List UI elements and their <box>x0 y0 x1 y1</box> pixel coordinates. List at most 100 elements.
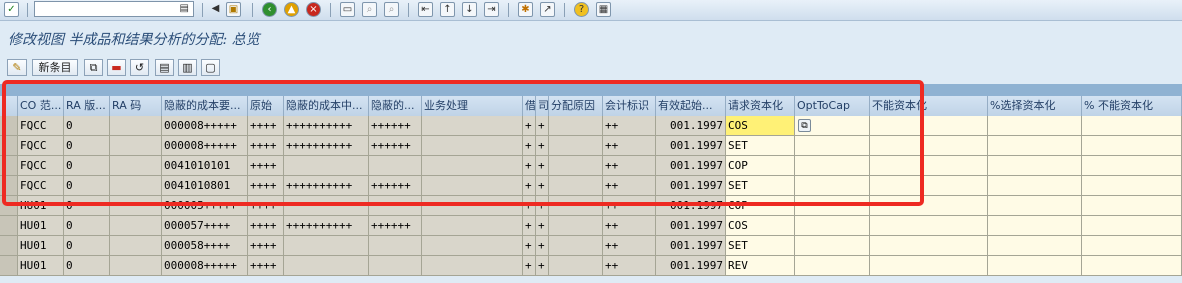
table-cell[interactable] <box>284 196 369 216</box>
column-header[interactable]: 分配原因 <box>549 96 603 116</box>
table-cell[interactable] <box>549 196 603 216</box>
table-cell[interactable]: 001.1997 <box>656 236 726 256</box>
table-cell[interactable]: 001.1997 <box>656 216 726 236</box>
table-cell[interactable] <box>369 236 422 256</box>
table-cell[interactable]: + <box>536 176 549 196</box>
column-header[interactable]: 隐蔽的... <box>369 96 422 116</box>
table-cell[interactable] <box>110 256 162 276</box>
table-cell[interactable]: FQCC <box>18 136 64 156</box>
table-cell[interactable]: ++++++ <box>369 136 422 156</box>
help-icon[interactable]: ? <box>574 2 589 17</box>
first-page-icon[interactable]: ⇤ <box>418 2 433 17</box>
check-icon[interactable]: ✓ <box>4 2 19 17</box>
table-cell[interactable]: + <box>536 236 549 256</box>
table-cell[interactable]: ++++++++++ <box>284 116 369 136</box>
table-cell[interactable]: ++ <box>603 136 656 156</box>
table-cell[interactable]: + <box>536 136 549 156</box>
table-cell[interactable] <box>870 216 988 236</box>
table-cell[interactable]: 000057++++ <box>162 216 248 236</box>
table-cell[interactable]: 000008+++++ <box>162 136 248 156</box>
table-cell[interactable]: + <box>523 196 536 216</box>
table-cell[interactable]: ++ <box>603 116 656 136</box>
table-cell[interactable]: 001.1997 <box>656 156 726 176</box>
last-page-icon[interactable]: ⇥ <box>484 2 499 17</box>
table-cell[interactable] <box>110 136 162 156</box>
table-cell[interactable] <box>110 236 162 256</box>
table-cell[interactable]: ++++++++++ <box>284 176 369 196</box>
table-cell[interactable]: 000008+++++ <box>162 256 248 276</box>
undo-change-icon[interactable]: ↺ <box>130 59 149 76</box>
table-cell[interactable]: ++ <box>603 236 656 256</box>
row-selector[interactable] <box>0 216 18 236</box>
table-cell[interactable]: COS <box>726 216 795 236</box>
table-cell[interactable]: + <box>523 176 536 196</box>
select-all-corner[interactable] <box>0 96 18 116</box>
table-cell[interactable] <box>1082 196 1182 216</box>
column-header[interactable]: RA 版... <box>64 96 110 116</box>
select-block-icon[interactable]: ▥ <box>178 59 197 76</box>
table-cell[interactable]: SET <box>726 236 795 256</box>
table-cell[interactable] <box>988 176 1082 196</box>
table-cell[interactable]: + <box>536 256 549 276</box>
table-cell[interactable] <box>795 196 870 216</box>
table-cell[interactable]: 000005+++++ <box>162 196 248 216</box>
table-cell[interactable]: ++++ <box>248 156 284 176</box>
table-cell[interactable] <box>1082 216 1182 236</box>
table-cell[interactable]: ++++ <box>248 196 284 216</box>
table-cell[interactable] <box>870 256 988 276</box>
table-cell[interactable]: ++ <box>603 256 656 276</box>
save-icon[interactable]: ▣ <box>226 2 241 17</box>
table-cell[interactable] <box>422 236 523 256</box>
table-cell[interactable] <box>422 116 523 136</box>
previous-page-icon[interactable]: ↑ <box>440 2 455 17</box>
table-cell[interactable]: COP <box>726 156 795 176</box>
table-cell[interactable] <box>549 156 603 176</box>
table-cell[interactable] <box>422 176 523 196</box>
table-cell[interactable]: HU01 <box>18 236 64 256</box>
table-cell[interactable]: + <box>536 156 549 176</box>
column-header[interactable]: 司 <box>536 96 549 116</box>
row-selector[interactable] <box>0 136 18 156</box>
column-header[interactable]: RA 码 <box>110 96 162 116</box>
table-cell[interactable] <box>549 176 603 196</box>
command-field[interactable]: ▤ <box>34 1 194 17</box>
table-cell[interactable]: ++++ <box>248 136 284 156</box>
table-cell[interactable] <box>422 216 523 236</box>
table-cell[interactable]: COS <box>726 116 795 136</box>
table-cell[interactable] <box>988 156 1082 176</box>
table-cell[interactable]: 000008+++++ <box>162 116 248 136</box>
table-cell[interactable] <box>110 116 162 136</box>
row-selector[interactable] <box>0 256 18 276</box>
table-cell[interactable]: ++ <box>603 156 656 176</box>
table-cell[interactable]: 0 <box>64 176 110 196</box>
table-cell[interactable] <box>422 136 523 156</box>
change-display-icon[interactable]: ✎ <box>7 59 27 76</box>
table-cell[interactable] <box>1082 116 1182 136</box>
cancel-icon[interactable]: × <box>306 2 321 17</box>
table-cell[interactable]: 000058++++ <box>162 236 248 256</box>
column-header[interactable]: 隐蔽的成本中... <box>284 96 369 116</box>
exit-icon[interactable]: ▲ <box>284 2 299 17</box>
table-cell[interactable]: ++++ <box>248 216 284 236</box>
table-cell[interactable] <box>795 216 870 236</box>
column-header[interactable]: %选择资本化 <box>988 96 1082 116</box>
table-cell[interactable]: 0041010801 <box>162 176 248 196</box>
layout-menu-icon[interactable]: ▦ <box>596 2 611 17</box>
dropdown-icon[interactable]: ▤ <box>180 3 189 14</box>
table-cell[interactable]: REV <box>726 256 795 276</box>
table-cell[interactable]: + <box>523 256 536 276</box>
table-cell[interactable]: 001.1997 <box>656 116 726 136</box>
table-cell[interactable] <box>870 116 988 136</box>
table-cell[interactable] <box>870 176 988 196</box>
table-cell[interactable] <box>870 136 988 156</box>
table-cell[interactable]: 0 <box>64 156 110 176</box>
column-header[interactable]: 会计标识 <box>603 96 656 116</box>
table-cell[interactable]: + <box>523 116 536 136</box>
table-cell[interactable]: ++++++ <box>369 216 422 236</box>
copy-as-icon[interactable]: ⧉ <box>84 59 103 76</box>
select-all-icon[interactable]: ▤ <box>155 59 174 76</box>
table-cell[interactable]: 0041010101 <box>162 156 248 176</box>
table-cell[interactable]: ++++ <box>248 236 284 256</box>
table-cell[interactable] <box>284 156 369 176</box>
column-header[interactable]: 隐蔽的成本要... <box>162 96 248 116</box>
